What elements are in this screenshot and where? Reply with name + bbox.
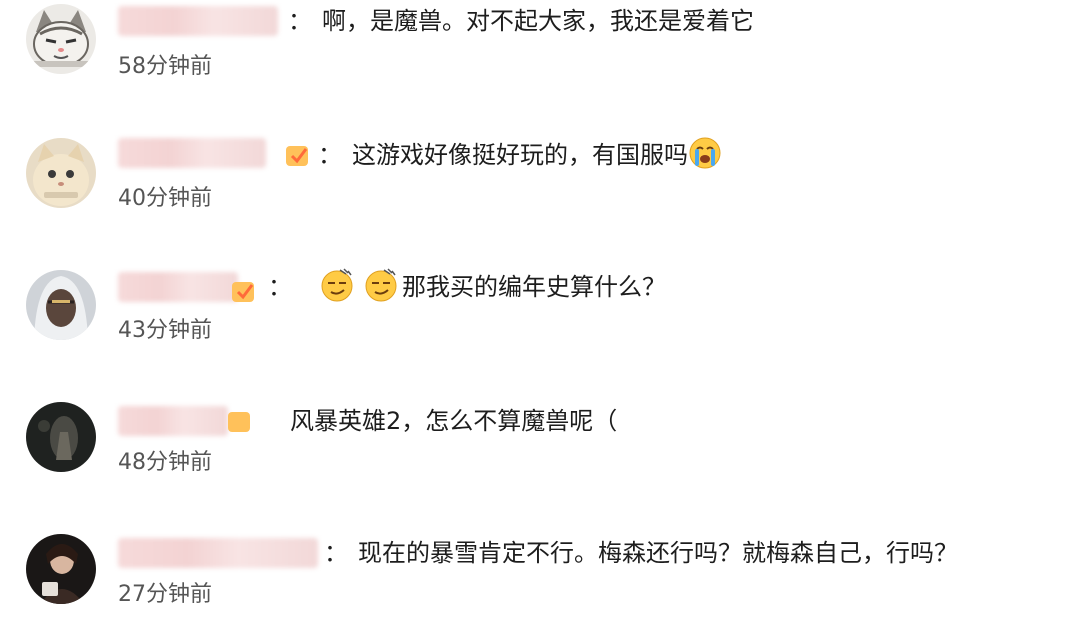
smug-face-icon bbox=[364, 268, 398, 302]
comment-text: 风暴英雄2，怎么不算魔兽呢（ bbox=[290, 404, 617, 438]
avatar[interactable] bbox=[26, 402, 96, 472]
comment-body: 啊，是魔兽。对不起大家，我还是爱着它 bbox=[322, 7, 754, 35]
comment-item: ： 现在的暴雪肯定不行。梅森还行吗？就梅森自己，行吗？ 27分钟前 bbox=[0, 528, 1080, 638]
comment-text: ： 现在的暴雪肯定不行。梅森还行吗？就梅森自己，行吗？ bbox=[324, 536, 958, 570]
fan-badge-icon bbox=[226, 408, 254, 434]
comment-separator: ： bbox=[324, 539, 348, 567]
dark-scene-icon bbox=[26, 402, 96, 472]
username-redacted[interactable] bbox=[118, 138, 266, 168]
comment-time: 48分钟前 bbox=[118, 450, 212, 475]
comment-item: ： 那我买的编年史算什么？ 43分钟前 bbox=[0, 264, 1080, 374]
comment-body: 风暴英雄2，怎么不算魔兽呢（ bbox=[290, 407, 618, 435]
comment-separator: ： bbox=[288, 7, 312, 35]
comment-time: 27分钟前 bbox=[118, 582, 212, 607]
cat-cartoon-icon bbox=[26, 4, 96, 74]
username-redacted[interactable] bbox=[118, 406, 228, 436]
comment-text: ： 这游戏好像挺好玩的，有国服吗 bbox=[318, 136, 722, 172]
comment-time: 58分钟前 bbox=[118, 54, 212, 79]
woman-portrait-icon bbox=[26, 534, 96, 604]
crying-face-icon bbox=[688, 136, 722, 170]
comment-text: ： 那我买的编年史算什么？ bbox=[268, 268, 666, 304]
comment-item: 风暴英雄2，怎么不算魔兽呢（ 48分钟前 bbox=[0, 396, 1080, 506]
comment-time: 40分钟前 bbox=[118, 186, 212, 211]
fan-badge-icon bbox=[284, 142, 312, 168]
comment-item: ： 啊，是魔兽。对不起大家，我还是爱着它 58分钟前 bbox=[0, 0, 1080, 110]
avatar[interactable] bbox=[26, 138, 96, 208]
comment-separator: ： bbox=[268, 273, 292, 301]
avatar[interactable] bbox=[26, 270, 96, 340]
comment-item: ： 这游戏好像挺好玩的，有国服吗 40分钟前 bbox=[0, 132, 1080, 242]
comment-body: 现在的暴雪肯定不行。梅森还行吗？就梅森自己，行吗？ bbox=[358, 539, 958, 567]
comment-text: ： 啊，是魔兽。对不起大家，我还是爱着它 bbox=[288, 4, 754, 38]
comment-body: 这游戏好像挺好玩的，有国服吗 bbox=[352, 141, 688, 169]
smug-face-icon bbox=[320, 268, 354, 302]
comment-separator: ： bbox=[318, 141, 342, 169]
username-redacted[interactable] bbox=[118, 6, 278, 36]
hooded-character-icon bbox=[26, 270, 96, 340]
username-redacted[interactable] bbox=[118, 272, 238, 302]
fan-badge-icon bbox=[230, 278, 258, 304]
cat-photo-icon bbox=[26, 138, 96, 208]
comment-time: 43分钟前 bbox=[118, 318, 212, 343]
avatar[interactable] bbox=[26, 4, 96, 74]
comment-body: 那我买的编年史算什么？ bbox=[402, 273, 666, 301]
username-redacted[interactable] bbox=[118, 538, 318, 568]
avatar[interactable] bbox=[26, 534, 96, 604]
